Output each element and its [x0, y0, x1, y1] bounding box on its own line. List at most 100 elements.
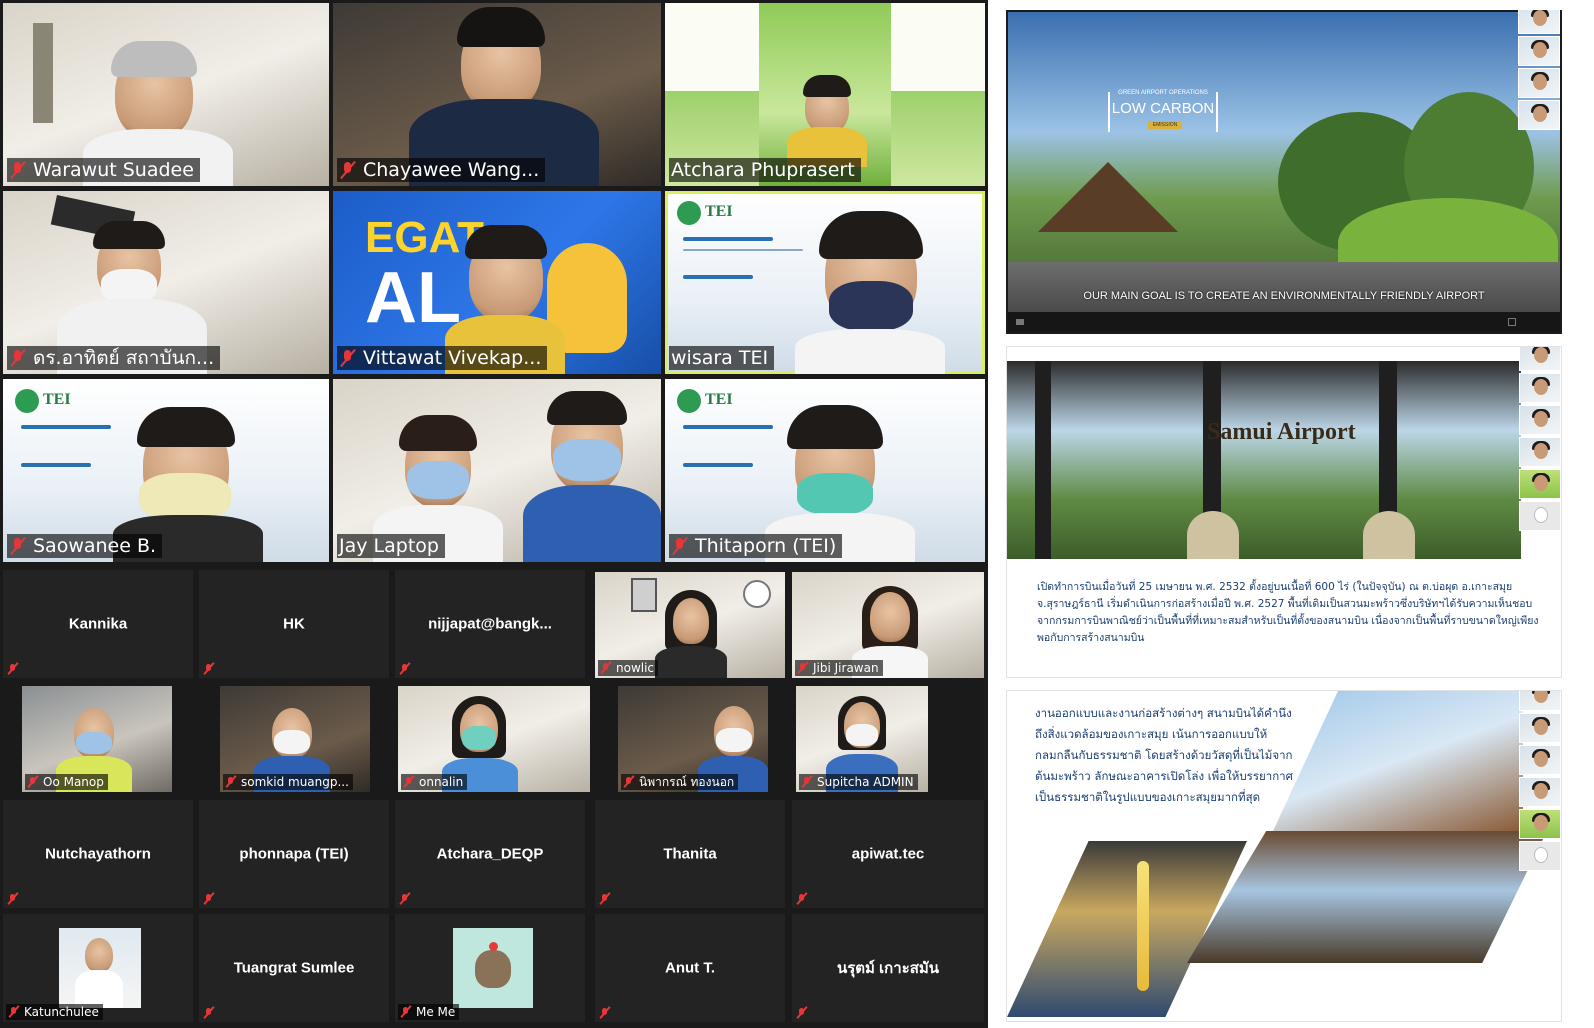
participant-thumbnail[interactable]: [1519, 501, 1561, 531]
shared-screen-architecture[interactable]: งานออกแบบและงานก่อสร้างต่างๆ สนามบินได้ค…: [1006, 690, 1562, 1022]
participant-name-tag: Me Me: [398, 1004, 460, 1020]
mic-muted-icon: [801, 776, 813, 788]
mic-muted-icon: [599, 893, 611, 905]
slide-text-line: [683, 275, 753, 279]
video-tile[interactable]: Warawut Suadee: [3, 3, 329, 186]
mic-muted-icon: [9, 537, 27, 555]
participant-tile[interactable]: Thanita: [595, 800, 785, 908]
tei-logo: [677, 389, 701, 413]
shared-screen-samui-airport[interactable]: Samui Airport เปิดทำการบินเมื่อวันที่ 25…: [1006, 346, 1562, 678]
participant-hair: [111, 41, 197, 77]
video-tile[interactable]: นิพากรณ์ ทองนอก: [618, 686, 768, 792]
video-tile[interactable]: Me Me: [395, 914, 585, 1022]
participant-name: Anut T.: [665, 959, 715, 977]
thumbnail-strip: [1518, 10, 1560, 130]
mic-muted-icon: [9, 349, 27, 367]
planter-shape: [1187, 511, 1239, 559]
participant-tile[interactable]: Anut T.: [595, 914, 785, 1022]
road-shape: [1008, 262, 1560, 312]
title-box: GREEN AIRPORT OPERATIONS LOW CARBON EMIS…: [1108, 90, 1218, 132]
participant-thumbnail[interactable]: [1519, 745, 1561, 775]
participant-name-tag: nowlic: [598, 660, 659, 676]
participant-hair: [457, 7, 545, 47]
participant-thumbnail[interactable]: [1519, 691, 1561, 711]
participant-thumbnail[interactable]: [1519, 809, 1561, 839]
participant-name-tag: Warawut Suadee: [7, 158, 200, 182]
participant-hair: [803, 75, 851, 97]
participant-thumbnail[interactable]: [1518, 10, 1560, 34]
participant-tile[interactable]: Atchara_DEQP: [395, 800, 585, 908]
mic-muted-icon: [7, 893, 19, 905]
participant-tile[interactable]: phonnapa (TEI): [199, 800, 389, 908]
face-mask: [407, 461, 469, 499]
participant-thumbnail[interactable]: [1519, 713, 1561, 743]
participant-thumbnail[interactable]: [1518, 36, 1560, 66]
mic-muted-icon: [796, 1007, 808, 1019]
mic-muted-icon: [796, 893, 808, 905]
participant-tile[interactable]: Tuangrat Sumlee: [199, 914, 389, 1022]
participant-name-tag: นิพากรณ์ ทองนอก: [621, 774, 739, 790]
mic-muted-icon: [27, 776, 39, 788]
video-tile[interactable]: onnalin: [398, 686, 590, 792]
video-tile[interactable]: Oo Manop: [22, 686, 172, 792]
participant-tile[interactable]: Kannika: [3, 570, 193, 678]
fullscreen-icon[interactable]: [1508, 318, 1516, 326]
video-tile[interactable]: EGAT AL Vittawat Vivekap...: [333, 191, 661, 374]
participant-shirt: [655, 646, 727, 678]
mic-muted-icon: [339, 161, 357, 179]
video-tile[interactable]: Katunchulee: [3, 914, 193, 1022]
video-tile[interactable]: Jay Laptop: [333, 379, 661, 562]
shared-screen-low-carbon[interactable]: GREEN AIRPORT OPERATIONS LOW CARBON EMIS…: [1006, 10, 1562, 334]
participant-thumbnail[interactable]: [1519, 841, 1561, 871]
participant-name: apiwat.tec: [851, 845, 925, 863]
participant-hair: [137, 407, 235, 447]
slide-text-line: [683, 249, 803, 251]
participant-tile[interactable]: HK: [199, 570, 389, 678]
video-tile[interactable]: Supitcha ADMIN: [796, 686, 928, 792]
participant-thumbnail[interactable]: [1519, 373, 1561, 403]
participant-thumbnail[interactable]: [1518, 100, 1560, 130]
player-controls[interactable]: [1008, 312, 1560, 332]
gallery-view: Warawut Suadee Chayawee Wang... Atchara …: [0, 0, 988, 1028]
mic-muted-icon: [203, 663, 215, 675]
video-tile[interactable]: somkid muangp...: [220, 686, 370, 792]
participant-thumbnail[interactable]: [1519, 437, 1561, 467]
participant-name: nijjapat@bangk...: [428, 615, 552, 633]
participant-tile[interactable]: nijjapat@bangk...: [395, 570, 585, 678]
video-tile[interactable]: Jibi Jirawan: [792, 572, 984, 678]
participant-name-tag: ดร.อาทิตย์ สถาบันก...: [7, 346, 221, 370]
thumbnail-strip: [1519, 347, 1561, 531]
play-icon[interactable]: [1016, 319, 1024, 325]
participant-hair: [787, 405, 883, 449]
face-mask: [829, 281, 913, 331]
participant-thumbnail[interactable]: [1519, 405, 1561, 435]
video-tile[interactable]: Chayawee Wang...: [333, 3, 661, 186]
video-tile[interactable]: Atchara Phuprasert: [665, 3, 985, 186]
face-mask: [101, 269, 157, 303]
participant-thumbnail[interactable]: [1519, 469, 1561, 499]
face-mask: [139, 473, 231, 521]
planter-shape: [1363, 511, 1415, 559]
video-tile[interactable]: TEI Thitaporn (TEI): [665, 379, 985, 562]
slide-body-text: งานออกแบบและงานก่อสร้างต่างๆ สนามบินได้ค…: [1035, 706, 1293, 804]
thumbnail-strip: [1519, 691, 1561, 871]
participant-shirt: [523, 485, 661, 562]
participant-hair: [819, 211, 923, 259]
participant-tile[interactable]: Nutchayathorn: [3, 800, 193, 908]
participant-tile[interactable]: นรุตม์ เกาะสมัน: [792, 914, 984, 1022]
video-tile[interactable]: ดร.อาทิตย์ สถาบันก...: [3, 191, 329, 374]
participant-name-tag: wisara TEI: [669, 346, 775, 370]
egat-logo-text: AL: [365, 258, 461, 338]
mic-muted-icon: [9, 161, 27, 179]
participant-thumbnail[interactable]: [1519, 777, 1561, 807]
participant-name-tag: Katunchulee: [6, 1004, 103, 1020]
participant-thumbnail[interactable]: [1518, 68, 1560, 98]
lamp-decoration: [33, 23, 53, 123]
participant-thumbnail[interactable]: [1519, 347, 1561, 371]
video-tile[interactable]: TEI wisara TEI: [665, 191, 985, 374]
video-tile[interactable]: nowlic: [595, 572, 785, 678]
video-tile[interactable]: TEI Saowanee B.: [3, 379, 329, 562]
participant-tile[interactable]: apiwat.tec: [792, 800, 984, 908]
wall-calendar: [631, 578, 657, 612]
participant-name: Atchara_DEQP: [436, 845, 544, 863]
